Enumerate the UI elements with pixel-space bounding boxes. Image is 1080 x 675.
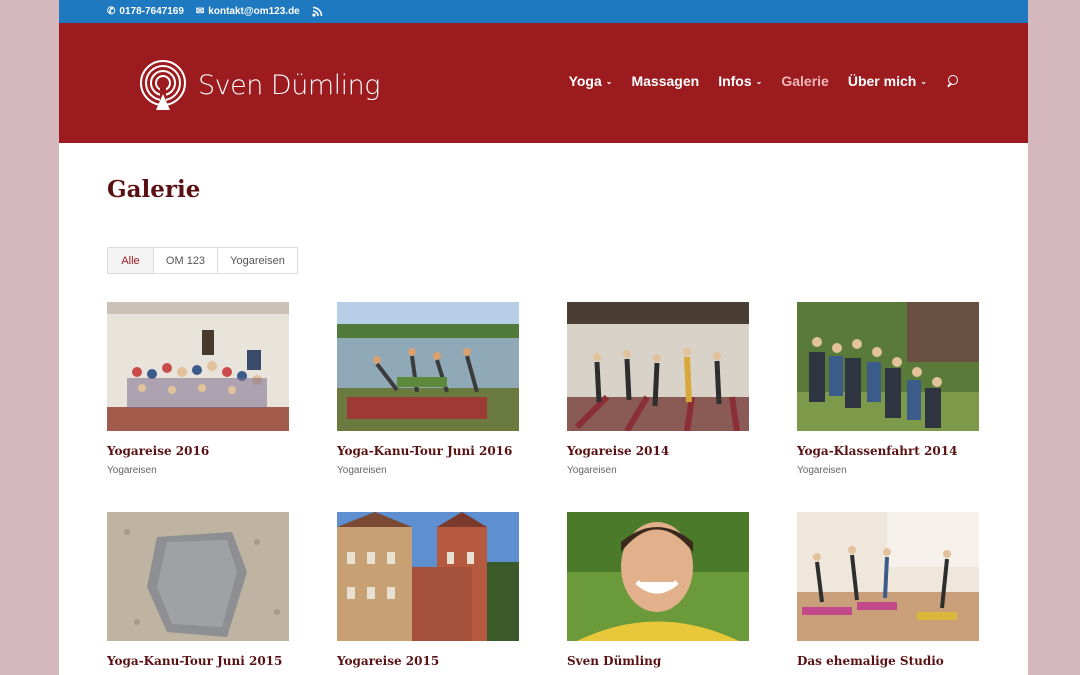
gallery-item-title[interactable]: Yoga-Klassenfahrt 2014 — [797, 444, 979, 458]
gallery-item[interactable]: Sven Dümling — [567, 512, 749, 675]
gallery-image[interactable] — [567, 512, 749, 641]
gallery-image[interactable] — [797, 512, 979, 641]
phone-icon: ✆ — [107, 6, 116, 17]
gallery-image[interactable] — [337, 302, 519, 431]
gallery-item[interactable]: Yoga-Kanu-Tour Juni 2016 Yogareisen — [337, 302, 519, 476]
gallery-item[interactable]: Yogareise 2014 Yogareisen — [567, 302, 749, 476]
nav-item-massagen[interactable]: Massagen — [631, 73, 699, 89]
search-icon[interactable] — [946, 74, 958, 88]
gallery-item-title[interactable]: Yogareise 2015 — [337, 654, 519, 668]
gallery-item-category[interactable]: Yogareisen — [337, 465, 519, 476]
main-content: Galerie Alle OM 123 Yogareisen Yogareise… — [59, 176, 1028, 675]
nav-item-infos[interactable]: Infos ⌄ — [718, 73, 762, 89]
phone-number: 0178-7647169 — [119, 6, 184, 17]
nav-label: Galerie — [781, 73, 829, 89]
gallery-item-category[interactable]: Yogareisen — [567, 465, 749, 476]
gallery-item[interactable]: Das ehemalige Studio — [797, 512, 979, 675]
site-header: Sven Dümling Yoga ⌄ Massagen Infos ⌄ Gal… — [59, 23, 1028, 143]
gallery-item-title[interactable]: Das ehemalige Studio — [797, 654, 979, 668]
gallery-filter: Alle OM 123 Yogareisen — [107, 247, 298, 274]
nav-label: Yoga — [568, 73, 602, 89]
chevron-down-icon: ⌄ — [755, 76, 763, 86]
gallery-image[interactable] — [797, 302, 979, 431]
nav-label: Über mich — [847, 73, 917, 89]
email-link[interactable]: ✉ kontakt@om123.de — [196, 6, 300, 17]
gallery-image[interactable] — [107, 302, 289, 431]
phone-link[interactable]: ✆ 0178-7647169 — [107, 6, 184, 17]
top-bar: ✆ 0178-7647169 ✉ kontakt@om123.de — [59, 0, 1028, 23]
gallery-image[interactable] — [107, 512, 289, 641]
nav-item-yoga[interactable]: Yoga ⌄ — [569, 73, 613, 89]
gallery-item-title[interactable]: Yogareise 2016 — [107, 444, 289, 458]
gallery-item-title[interactable]: Sven Dümling — [567, 654, 749, 668]
email-address: kontakt@om123.de — [208, 6, 300, 17]
envelope-icon: ✉ — [195, 6, 205, 17]
nav-label: Massagen — [631, 73, 700, 89]
chevron-down-icon: ⌄ — [605, 76, 613, 86]
filter-alle[interactable]: Alle — [108, 248, 154, 273]
nav-label: Infos — [718, 73, 752, 89]
gallery-item[interactable]: Yogareise 2015 — [337, 512, 519, 675]
nav-item-ueber-mich[interactable]: Über mich ⌄ — [848, 73, 927, 89]
page-title: Galerie — [107, 176, 201, 203]
rss-icon — [312, 6, 323, 17]
page-container: ✆ 0178-7647169 ✉ kontakt@om123.de Sven D… — [59, 0, 1028, 675]
labyrinth-logo-icon — [140, 60, 186, 110]
gallery-item-title[interactable]: Yoga-Kanu-Tour Juni 2016 — [337, 444, 519, 458]
rss-link[interactable] — [312, 6, 323, 17]
logo-text: Sven Dümling — [198, 69, 380, 101]
gallery-item-title[interactable]: Yogareise 2014 — [567, 444, 749, 458]
gallery-item-category[interactable]: Yogareisen — [107, 465, 289, 476]
gallery-grid: Yogareise 2016 Yogareisen Yoga-Kanu-Tour… — [107, 302, 1028, 675]
filter-om123[interactable]: OM 123 — [154, 248, 218, 273]
gallery-item-title[interactable]: Yoga-Kanu-Tour Juni 2015 — [107, 654, 289, 668]
gallery-item-category[interactable]: Yogareisen — [797, 465, 979, 476]
nav-item-galerie[interactable]: Galerie — [781, 73, 828, 89]
gallery-item[interactable]: Yoga-Klassenfahrt 2014 Yogareisen — [797, 302, 979, 476]
site-logo[interactable]: Sven Dümling — [134, 58, 380, 112]
filter-yogareisen[interactable]: Yogareisen — [218, 248, 297, 273]
gallery-image[interactable] — [337, 512, 519, 641]
gallery-item[interactable]: Yoga-Kanu-Tour Juni 2015 — [107, 512, 289, 675]
main-nav: Yoga ⌄ Massagen Infos ⌄ Galerie Über mic… — [550, 73, 958, 89]
chevron-down-icon: ⌄ — [920, 76, 927, 86]
gallery-image[interactable] — [567, 302, 749, 433]
gallery-item[interactable]: Yogareise 2016 Yogareisen — [107, 302, 289, 476]
